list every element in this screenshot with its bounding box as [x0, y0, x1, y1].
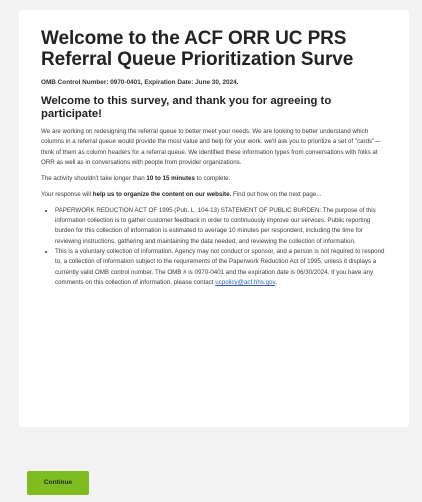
list-item-voluntary-collection: This is a voluntary collection of inform… [55, 247, 387, 288]
voluntary-end: . [275, 278, 277, 286]
welcome-heading: Welcome to this survey, and thank you fo… [41, 95, 332, 120]
duration-paragraph: The activity shouldn't take longer than … [41, 174, 387, 184]
survey-title: Welcome to the ACF ORR UC PRS Referral Q… [41, 28, 354, 70]
disclosure-list: PAPERWORK REDUCTION ACT OF 1995 (Pub. L.… [41, 206, 387, 288]
list-item-pra-statement: PAPERWORK REDUCTION ACT OF 1995 (Pub. L.… [55, 206, 387, 247]
response-paragraph: Your response will help us to organize t… [41, 190, 387, 200]
duration-bold: 10 to 15 minutes [146, 175, 195, 183]
duration-suffix: to complete. [194, 175, 231, 183]
continue-button[interactable]: Continue [27, 471, 89, 495]
duration-prefix: The activity shouldn't take longer than [41, 175, 147, 183]
omb-control-number: OMB Control Number: 0970-0401, Expiratio… [41, 79, 239, 86]
intro-paragraph: We are working on redesigning the referr… [41, 128, 381, 166]
response-suffix: Find out how on the next page... [231, 191, 322, 199]
response-bold: help us to organize the content on our w… [92, 191, 232, 199]
response-prefix: Your response will [41, 191, 93, 199]
contact-email-link[interactable]: ucpolicy@acf.hhs.gov [215, 279, 275, 286]
survey-card: Welcome to the ACF ORR UC PRS Referral Q… [19, 10, 409, 427]
